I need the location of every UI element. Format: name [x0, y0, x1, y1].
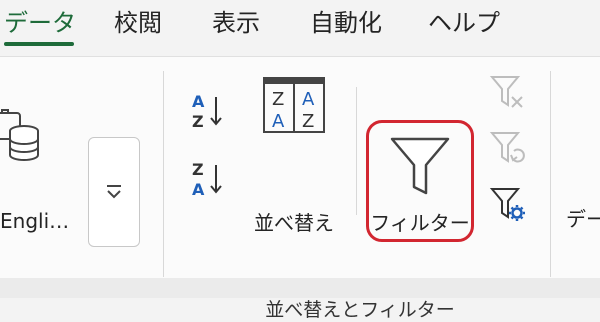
svg-text:A: A: [272, 111, 285, 132]
sort-ascending-button[interactable]: A Z: [186, 89, 226, 135]
svg-text:Z: Z: [192, 160, 204, 179]
tab-review[interactable]: 校閲: [114, 8, 162, 38]
sort-ascending-icon: A Z: [192, 92, 222, 131]
group-separator: [163, 71, 164, 277]
sort-descending-button[interactable]: Z A: [186, 157, 226, 203]
ribbon-tab-bar: データ 校閲 表示 自動化 ヘルプ: [0, 0, 600, 52]
ribbon: Engli… A Z Z A Z A A Z 並べ替え フィルター 並べ替えとフ…: [0, 56, 600, 321]
language-button[interactable]: Engli…: [0, 91, 80, 233]
sort-label: 並べ替え: [254, 211, 334, 235]
funnel-icon: [390, 137, 450, 195]
ribbon-bottom-bar: [0, 278, 600, 298]
next-group-label[interactable]: デー: [566, 203, 600, 232]
tab-data[interactable]: データ: [4, 8, 76, 38]
filter-button[interactable]: フィルター: [366, 120, 474, 242]
sort-button[interactable]: Z A A Z 並べ替え: [248, 77, 340, 241]
svg-text:A: A: [192, 180, 205, 199]
tab-view[interactable]: 表示: [212, 8, 260, 38]
group-label-sort-filter: 並べ替えとフィルター: [265, 299, 455, 321]
advanced-filter-button[interactable]: [488, 183, 528, 229]
reapply-filter-button[interactable]: [488, 127, 528, 173]
group-separator: [550, 71, 551, 277]
tab-automate[interactable]: 自動化: [310, 8, 382, 38]
language-label: Engli…: [0, 209, 70, 233]
active-tab-indicator: [4, 42, 74, 46]
clear-filter-button[interactable]: [488, 71, 528, 117]
chevron-down-icon: [107, 185, 121, 199]
sort-descending-icon: Z A: [192, 160, 222, 199]
database-icon: [0, 109, 39, 161]
filter-label: フィルター: [370, 211, 470, 235]
svg-text:Z: Z: [272, 89, 284, 110]
sort-dialog-icon: Z A A Z: [263, 77, 325, 133]
section-separator: [356, 87, 357, 215]
clear-filter-icon: [489, 76, 523, 108]
tab-help[interactable]: ヘルプ: [428, 8, 500, 38]
svg-text:Z: Z: [192, 112, 204, 131]
svg-text:A: A: [192, 92, 205, 111]
gallery-expand-button[interactable]: [88, 137, 140, 247]
svg-text:Z: Z: [302, 111, 314, 132]
reapply-filter-icon: [489, 132, 525, 163]
svg-text:A: A: [302, 89, 315, 110]
advanced-filter-icon: [489, 188, 525, 221]
